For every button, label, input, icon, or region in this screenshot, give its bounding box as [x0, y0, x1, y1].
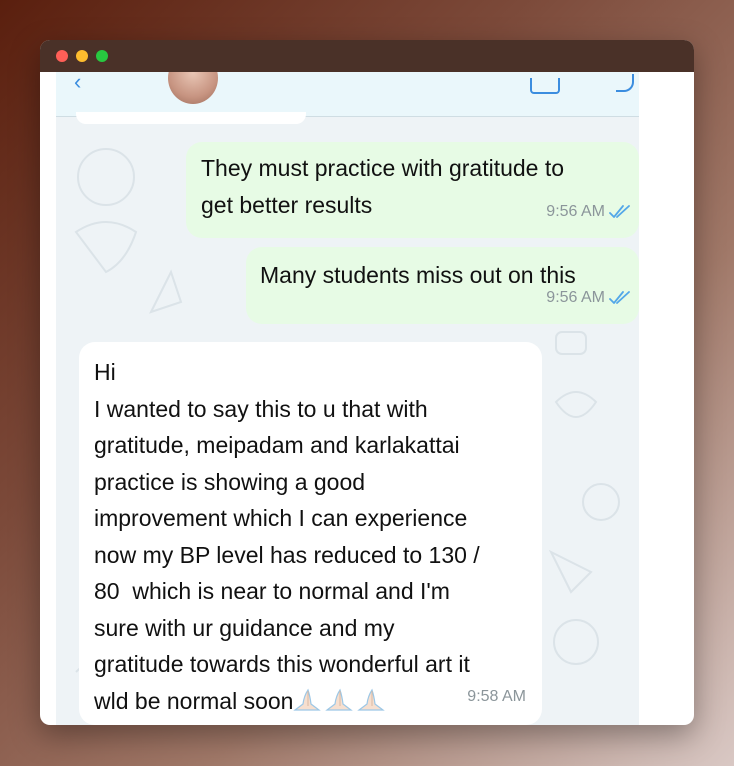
- video-call-icon[interactable]: [530, 78, 560, 94]
- phone-call-icon[interactable]: [616, 74, 634, 92]
- message-bubble-outgoing[interactable]: Many students miss out on this 9:56 AM: [246, 247, 639, 324]
- message-bubble-outgoing[interactable]: They must practice with gratitude to get…: [186, 142, 639, 238]
- previous-message-bubble: [76, 112, 306, 124]
- read-ticks-icon: [609, 204, 630, 218]
- chat-header: ‹: [56, 72, 639, 117]
- message-time: 9:58 AM: [467, 687, 526, 705]
- message-meta: 9:58 AM: [467, 679, 526, 716]
- message-text: Hi I wanted to say this to u that with g…: [94, 359, 480, 714]
- message-bubble-incoming[interactable]: Hi I wanted to say this to u that with g…: [79, 342, 542, 725]
- chat-panel: ‹ They must practice with gratitude to g…: [56, 72, 639, 725]
- title-bar: [40, 40, 694, 72]
- back-chevron-icon[interactable]: ‹: [74, 72, 81, 93]
- message-meta: 9:56 AM: [546, 194, 631, 231]
- contact-avatar[interactable]: [168, 72, 218, 104]
- message-meta: 9:56 AM: [546, 280, 631, 317]
- emoji-group: [293, 688, 389, 714]
- message-time: 9:56 AM: [546, 202, 605, 220]
- app-window: ‹ They must practice with gratitude to g…: [40, 40, 694, 725]
- folded-hands-icon: [325, 688, 354, 711]
- zoom-button[interactable]: [96, 50, 108, 62]
- read-ticks-icon: [609, 290, 630, 304]
- contact-name[interactable]: [236, 72, 536, 92]
- folded-hands-icon: [357, 688, 386, 711]
- folded-hands-icon: [293, 688, 322, 711]
- message-body: Hi I wanted to say this to u that with g…: [94, 354, 534, 719]
- minimize-button[interactable]: [76, 50, 88, 62]
- close-button[interactable]: [56, 50, 68, 62]
- message-time: 9:56 AM: [546, 288, 605, 306]
